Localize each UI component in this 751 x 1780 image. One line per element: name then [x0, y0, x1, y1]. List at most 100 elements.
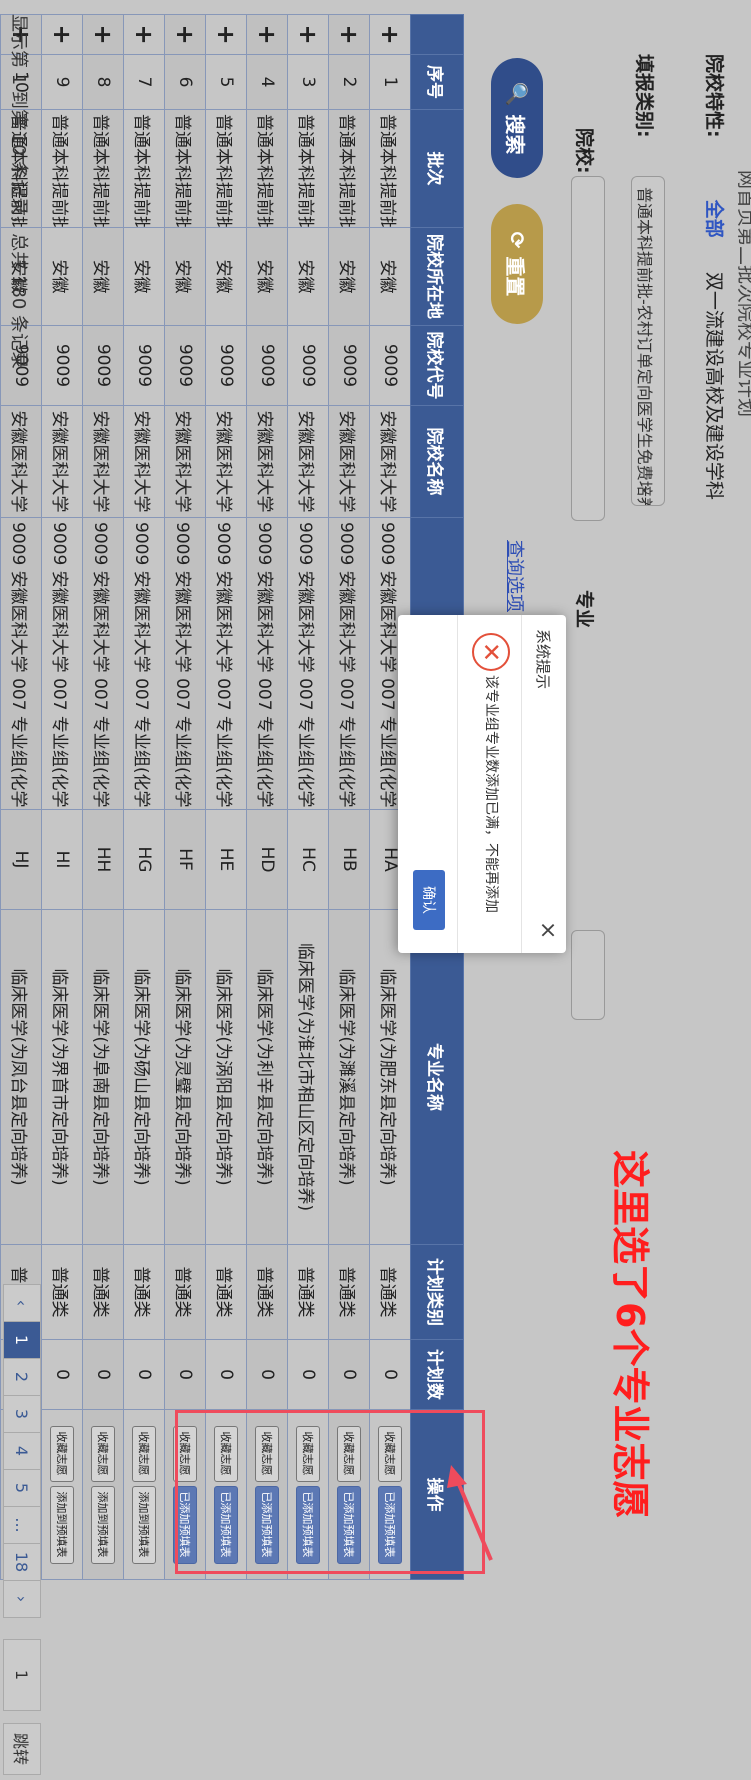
page-item[interactable]: ...: [3, 1506, 41, 1544]
row-index: 2: [328, 54, 370, 110]
row-location: 安徽: [328, 227, 370, 326]
search-button-label: 搜索: [503, 114, 528, 155]
page-item[interactable]: 2: [3, 1358, 41, 1396]
row-school-name: 安徽医科大学: [246, 405, 288, 518]
page-item[interactable]: 3: [3, 1395, 41, 1433]
row-major-name: 临床医学(为界首市定向培养): [41, 909, 83, 1245]
page-item[interactable]: 1: [3, 1321, 41, 1359]
row-school-name: 安徽医科大学: [123, 405, 165, 518]
row-major-code: HE: [205, 809, 247, 910]
table-row: +8 普通本科提前批 安徽 9009 安徽医科大学 9009 安徽医科大学 007 专业组…: [82, 14, 124, 1580]
expand-plus-icon[interactable]: +: [287, 14, 329, 55]
expand-plus-icon[interactable]: +: [369, 14, 411, 55]
feature-double-first-class-option[interactable]: 双一流建设高校及建设学科: [703, 272, 725, 500]
favorite-button[interactable]: 收藏志愿: [132, 1425, 156, 1482]
favorite-button[interactable]: 收藏志愿: [50, 1425, 74, 1482]
table-row: +6 普通本科提前批 安徽 9009 安徽医科大学 9009 安徽医科大学 007 专业组…: [164, 14, 206, 1580]
confirm-button[interactable]: 确认: [413, 870, 445, 930]
header-index: 序号: [410, 54, 464, 110]
annotation-text: 这里选了6个专业志愿: [608, 1150, 652, 1519]
row-index: 5: [205, 54, 247, 110]
row-location: 安徽: [41, 227, 83, 326]
row-major-name: 临床医学(为阜南县定向培养): [82, 909, 124, 1245]
row-actions: 收藏志愿添加到预填表: [41, 1409, 83, 1580]
row-index: 7: [123, 54, 165, 110]
category-row: 填报类别:: [632, 54, 659, 138]
row-school-name: 安徽医科大学: [0, 405, 42, 518]
table-row: +7 普通本科提前批 安徽 9009 安徽医科大学 9009 安徽医科大学 007 专业组…: [123, 14, 165, 1580]
page-cut-title: 网首页第二批次院校专业计划: [735, 170, 751, 418]
close-icon[interactable]: ×: [535, 921, 560, 939]
system-alert-dialog: 系统提示 × ✕ 该专业组专业数添加已满，不能再添加 确认: [398, 615, 566, 953]
reset-button-label: 重置: [503, 256, 528, 297]
page-item[interactable]: ‹: [3, 1284, 41, 1322]
row-school-code: 9009: [82, 325, 124, 406]
row-plan-count: 0: [287, 1339, 329, 1410]
jump-button[interactable]: 跳转: [3, 1723, 41, 1775]
row-index: 6: [164, 54, 206, 110]
row-location: 安徽: [123, 227, 165, 326]
refresh-icon: ⟳: [505, 231, 529, 249]
dialog-title: 系统提示: [534, 629, 552, 690]
header-school-name: 院校名称: [410, 405, 464, 518]
row-index: 8: [82, 54, 124, 110]
school-input[interactable]: [571, 176, 605, 521]
row-major-code: HH: [82, 809, 124, 910]
page-item[interactable]: 4: [3, 1432, 41, 1470]
page-item[interactable]: ›: [3, 1580, 41, 1618]
row-plan-type: 普通类: [369, 1244, 411, 1340]
row-school-code: 9009: [41, 325, 83, 406]
row-location: 安徽: [82, 227, 124, 326]
expand-plus-icon[interactable]: +: [82, 14, 124, 55]
row-plan-type: 普通类: [287, 1244, 329, 1340]
add-to-prefill-button[interactable]: 添加到预填表: [50, 1485, 74, 1564]
school-label: 院校:: [573, 128, 595, 174]
jump-page-input[interactable]: 1: [3, 1639, 41, 1711]
major-input[interactable]: [571, 930, 605, 1020]
expand-plus-icon[interactable]: +: [41, 14, 83, 55]
row-school-code: 9009: [287, 325, 329, 406]
category-select[interactable]: 普通本科提前批-农村订单定向医学生免费培养 ⌄: [631, 176, 665, 506]
row-group: 9009 安徽医科大学 007 专业组(化学): [328, 517, 370, 810]
major-table: 序号 批次 院校所在地 院校代号 院校名称 专业名称 计划类别 计划数 操作 +…: [0, 14, 464, 1580]
app-window: 网首页第二批次院校专业计划 院校特性: 全部 双一流建设高校及建设学科 填报类别…: [0, 0, 751, 1780]
search-button[interactable]: 🔍 搜索: [491, 58, 543, 178]
category-label: 填报类别:: [633, 54, 655, 138]
reset-button[interactable]: ⟳ 重置: [491, 204, 543, 324]
add-to-prefill-button[interactable]: 添加到预填表: [91, 1485, 115, 1564]
expand-plus-icon[interactable]: +: [164, 14, 206, 55]
table-row: +9 普通本科提前批 安徽 9009 安徽医科大学 9009 安徽医科大学 007 专业组…: [41, 14, 83, 1580]
add-to-prefill-button[interactable]: 添加到预填表: [132, 1485, 156, 1564]
expand-plus-icon[interactable]: +: [246, 14, 288, 55]
row-plan-count: 0: [246, 1339, 288, 1410]
record-summary: 显示第 1 到第 10 条记录，总共 180 条记录: [8, 14, 29, 370]
page-item[interactable]: 18: [3, 1543, 41, 1581]
header-plan-type: 计划类别: [410, 1244, 464, 1340]
row-plan-count: 0: [41, 1339, 83, 1410]
expand-plus-icon[interactable]: +: [205, 14, 247, 55]
row-plan-count: 0: [123, 1339, 165, 1410]
favorite-button[interactable]: 收藏志愿: [91, 1425, 115, 1482]
row-batch: 普通本科提前批: [205, 109, 247, 228]
row-group: 9009 安徽医科大学 007 专业组(化学): [164, 517, 206, 810]
row-index: 1: [369, 54, 411, 110]
row-location: 安徽: [287, 227, 329, 326]
expand-plus-icon[interactable]: +: [328, 14, 370, 55]
row-school-code: 9009: [123, 325, 165, 406]
row-major-code: HI: [41, 809, 83, 910]
row-plan-type: 普通类: [123, 1244, 165, 1340]
dialog-message: 该专业组专业数添加已满，不能再添加: [483, 675, 499, 913]
row-school-name: 安徽医科大学: [328, 405, 370, 518]
table-row: +2 普通本科提前批 安徽 9009 安徽医科大学 9009 安徽医科大学 007 专业组…: [328, 14, 370, 1580]
row-batch: 普通本科提前批: [287, 109, 329, 228]
row-actions: 收藏志愿添加到预填表: [123, 1409, 165, 1580]
page-item[interactable]: 5: [3, 1469, 41, 1507]
query-options-link[interactable]: 查询选项: [503, 540, 529, 612]
row-group: 9009 安徽医科大学 007 专业组(化学): [41, 517, 83, 810]
feature-all-option[interactable]: 全部: [703, 200, 725, 238]
expand-plus-icon[interactable]: +: [123, 14, 165, 55]
row-location: 安徽: [369, 227, 411, 326]
row-school-code: 9009: [246, 325, 288, 406]
school-row: 院校:: [572, 128, 599, 174]
table-row: +4 普通本科提前批 安徽 9009 安徽医科大学 9009 安徽医科大学 007 专业组…: [246, 14, 288, 1580]
